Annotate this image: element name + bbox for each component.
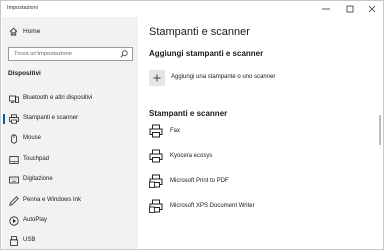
sidebar-item-pen[interactable]: Penna e Windows Ink: [2, 193, 138, 209]
sidebar-item-label: Stampanti e scanner: [23, 115, 79, 121]
close-button[interactable]: [361, 2, 383, 16]
printers-section-title: Stampanti e scanner: [149, 109, 228, 118]
sidebar-item-autoplay[interactable]: AutoPlay: [2, 213, 138, 229]
sidebar-item-label: Digitazione: [23, 176, 53, 182]
minimize-icon: [322, 8, 330, 10]
sidebar-item-printers[interactable]: Stampanti e scanner: [2, 111, 138, 127]
printer-item-fax[interactable]: Fax: [149, 124, 349, 140]
pen-icon: [9, 196, 19, 206]
add-box: [149, 70, 165, 86]
printer-item-xps-writer[interactable]: Microsoft XPS Document Writer: [149, 199, 349, 215]
add-printer-label: Aggiungi una stampante o uno scanner: [171, 74, 276, 80]
printer-icon: [9, 114, 19, 124]
sidebar-item-label: Home: [23, 28, 41, 35]
scrollbar[interactable]: [379, 115, 381, 145]
touchpad-icon: [9, 156, 19, 164]
fax-printer-icon: [149, 124, 163, 138]
sidebar-item-label: Touchpad: [23, 156, 50, 162]
keyboard-icon: [9, 176, 19, 184]
sidebar-item-label: Mouse: [23, 135, 42, 141]
sidebar-section-title: Dispositivi: [8, 70, 41, 77]
sidebar-item-bluetooth[interactable]: Bluetooth e altri dispositivi: [2, 91, 138, 107]
printer-name: Fax: [170, 128, 181, 134]
selection-indicator: [3, 114, 5, 124]
sidebar-item-typing[interactable]: Digitazione: [2, 172, 138, 188]
printer-item-print-to-pdf[interactable]: Microsoft Print to PDF: [149, 174, 349, 190]
window-title: Impostazioni: [7, 5, 38, 11]
sidebar-item-label: USB: [23, 237, 36, 243]
sidebar-item-mouse[interactable]: Mouse: [2, 131, 138, 147]
printer-name: Microsoft XPS Document Writer: [170, 203, 255, 209]
printer-item-kyocera[interactable]: Kyocera ecosys: [149, 149, 349, 165]
minimize-button[interactable]: [315, 2, 337, 16]
search-icon[interactable]: [120, 50, 128, 58]
sidebar-item-touchpad[interactable]: Touchpad: [2, 152, 138, 168]
mouse-icon: [11, 134, 17, 144]
xps-printer-icon: [149, 199, 163, 213]
add-section-title: Aggiungi stampanti e scanner: [149, 49, 264, 58]
usb-icon: [10, 236, 18, 246]
sidebar-item-usb[interactable]: USB: [2, 233, 138, 249]
close-icon: [368, 5, 376, 13]
sidebar: Home Trova un'impostazione Dispositivi B…: [2, 17, 138, 249]
title-bar: Impostazioni: [1, 1, 383, 17]
maximize-icon: [346, 5, 354, 13]
printer-name: Kyocera ecosys: [170, 153, 213, 159]
autoplay-icon: [9, 216, 19, 226]
sidebar-item-label: Penna e Windows Ink: [23, 197, 82, 203]
sidebar-item-home[interactable]: Home: [2, 25, 138, 39]
page-title: Stampanti e scanner: [149, 26, 250, 38]
printer-icon: [149, 149, 163, 163]
search-input[interactable]: Trova un'impostazione: [8, 47, 133, 61]
pdf-printer-icon: [149, 174, 163, 188]
settings-window: Impostazioni Home Trova un'impostazione: [0, 0, 384, 250]
home-icon: [9, 27, 18, 36]
sidebar-item-label: Bluetooth e altri dispositivi: [23, 95, 93, 101]
sidebar-item-label: AutoPlay: [23, 217, 48, 223]
search-placeholder: Trova un'impostazione: [14, 51, 72, 57]
bluetooth-devices-icon: [9, 95, 19, 103]
add-printer-button[interactable]: Aggiungi una stampante o uno scanner: [149, 70, 359, 86]
plus-icon: [153, 74, 161, 82]
maximize-button[interactable]: [339, 2, 361, 16]
printer-name: Microsoft Print to PDF: [170, 178, 229, 184]
